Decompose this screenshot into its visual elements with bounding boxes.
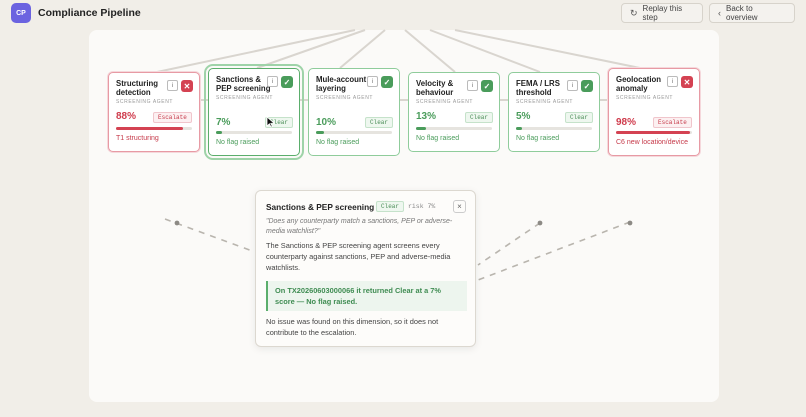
check-icon: ✓ [381,76,393,88]
agent-title: Structuring detection [116,79,159,97]
popover-description: The Sanctions & PEP screening agent scre… [266,241,451,272]
popover-title: Sanctions & PEP screening [266,202,375,212]
score-bar-fill [216,131,223,134]
status-badge: Clear [465,112,494,123]
close-icon[interactable]: × [453,200,466,213]
agent-title: Velocity & behaviour [416,79,454,97]
close-icon: ✕ [181,80,193,92]
mouse-cursor-icon [266,116,275,128]
score-bar [116,127,192,130]
info-icon[interactable]: i [167,80,178,91]
popover-status-tag: Clear [376,201,405,212]
score-bar-fill [516,127,523,130]
agent-card[interactable]: Geolocation anomaly SCREENING AGENT i ✕ … [608,68,700,156]
agent-note: No flag raised [416,135,460,142]
agent-title: Geolocation anomaly [616,75,662,93]
status-badge: Escalate [153,112,192,123]
agent-subtitle: SCREENING AGENT [216,95,274,101]
score-bar-fill [316,131,324,134]
agent-note: No flag raised [516,135,560,142]
agent-score: 7% [216,117,231,128]
info-icon[interactable]: i [267,76,278,87]
refresh-icon: ↻ [630,7,638,18]
info-icon[interactable]: i [667,76,678,87]
popover-result-callout: On TX20260603000066 it returned Clear at… [266,281,467,311]
agent-subtitle: SCREENING AGENT [316,95,374,101]
score-bar [616,131,692,134]
score-bar-fill [116,127,183,130]
info-icon[interactable]: i [367,76,378,87]
agent-note: No flag raised [316,139,360,146]
agent-score: 5% [516,111,531,122]
score-bar-fill [416,127,426,130]
top-bar: CP Compliance Pipeline ↻ Replay this ste… [0,0,806,26]
agent-score: 98% [616,117,637,128]
agent-score: 88% [116,111,137,122]
agent-title: Mule-account layering [316,75,367,93]
back-to-overview-button[interactable]: ‹ Back to overview [709,3,795,23]
agent-card[interactable]: Velocity & behaviour SCREENING AGENT i ✓… [408,72,500,152]
agent-note: T1 structuring [116,135,159,142]
status-badge: Clear [365,117,394,128]
score-bar [416,127,492,130]
agent-card[interactable]: Structuring detection SCREENING AGENT i … [108,72,200,152]
app-logo: CP [11,3,31,23]
app-title: Compliance Pipeline [38,7,141,19]
close-icon: ✕ [681,76,693,88]
agent-title: FEMA / LRS threshold [516,79,560,97]
agent-title: Sanctions & PEP screening [216,75,271,93]
agent-subtitle: SCREENING AGENT [116,99,174,105]
status-badge: Escalate [653,117,692,128]
agent-subtitle: SCREENING AGENT [416,99,474,105]
check-icon: ✓ [581,80,593,92]
agent-detail-popover: Sanctions & PEP screening Clear risk 7% … [255,190,476,347]
replay-button[interactable]: ↻ Replay this step [621,3,703,23]
agent-subtitle: SCREENING AGENT [516,99,574,105]
agent-card[interactable]: FEMA / LRS threshold SCREENING AGENT i ✓… [508,72,600,152]
agent-score: 13% [416,111,437,122]
agent-card[interactable]: Sanctions & PEP screening SCREENING AGEN… [204,64,304,160]
info-icon[interactable]: i [467,80,478,91]
back-label: Back to overview [726,4,758,22]
info-icon[interactable]: i [567,80,578,91]
replay-label: Replay this step [642,4,683,22]
score-bar-fill [616,131,691,134]
score-bar [516,127,592,130]
agent-note: C6 new location/device [616,139,688,146]
agent-card[interactable]: Mule-account layering SCREENING AGENT i … [308,68,400,156]
popover-risk: risk 7% [408,203,436,210]
popover-question: "Does any counterparty match a sanctions… [266,218,453,235]
popover-footer: No issue was found on this dimension, so… [266,317,439,337]
agent-subtitle: SCREENING AGENT [616,95,674,101]
agent-note: No flag raised [216,139,260,146]
agent-score: 10% [316,117,337,128]
check-icon: ✓ [481,80,493,92]
score-bar [316,131,392,134]
status-badge: Clear [565,112,594,123]
check-icon: ✓ [281,76,293,88]
chevron-left-icon: ‹ [718,8,721,18]
score-bar [216,131,292,134]
